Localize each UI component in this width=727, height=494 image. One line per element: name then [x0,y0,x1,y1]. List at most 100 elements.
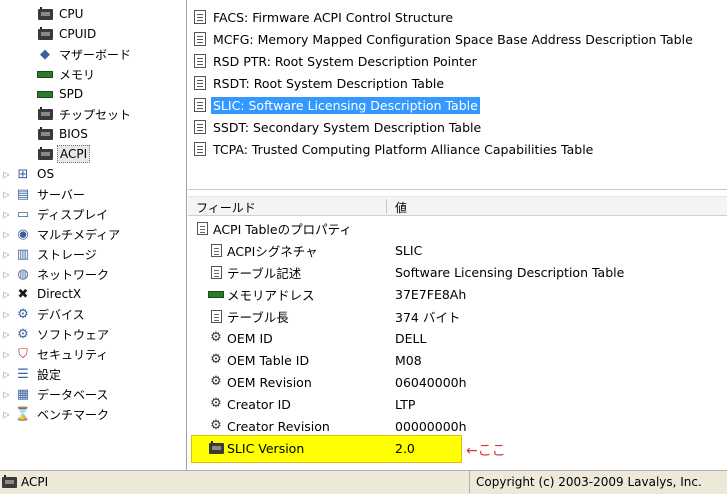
tree-item-label: メモリ [59,67,96,82]
shield-icon: ⛉ [18,346,28,362]
status-bar: ACPI Copyright (c) 2003-2009 Lavalys, In… [0,470,727,494]
tree-item-label: ソフトウェア [37,327,110,342]
acpi-table-label: MCFG: Memory Mapped Configuration Space … [213,31,693,47]
tree-item[interactable]: ▷ ◍ ネットワーク [2,264,111,284]
icon-wrap [194,221,210,235]
expand-arrow-icon[interactable]: ▷ [2,230,11,239]
ram-icon [208,290,224,298]
property-row[interactable]: ⚙ OEM Table ID [208,350,309,370]
motherboard-icon: ◆ [40,46,50,62]
column-header-value[interactable]: 値 [395,199,407,216]
property-row[interactable]: ⚙ OEM Revision [208,372,312,392]
property-row[interactable]: ⚙ Creator ID [208,394,291,414]
icon-wrap: ⚙ [208,331,224,345]
acpi-table-item[interactable]: SSDT: Secondary System Description Table [194,117,483,137]
property-row[interactable]: ⚙ OEM ID [208,328,273,348]
property-name: Creator ID [227,396,291,412]
property-name: メモリアドレス [227,287,315,303]
chip-icon [2,474,17,488]
property-value: Software Licensing Description Table [395,264,625,280]
document-icon [194,98,206,112]
acpi-table-label: TCPA: Trusted Computing Platform Allianc… [213,141,594,157]
tree-item[interactable]: SPD [24,84,85,104]
property-row[interactable]: ACPIシグネチャ [208,240,318,260]
acpi-table-item[interactable]: RSD PTR: Root System Description Pointer [194,51,479,71]
tree-item[interactable]: ▷ ✖ DirectX [2,284,83,304]
tree-item[interactable]: ▷ ▥ ストレージ [2,244,99,264]
expand-arrow-icon[interactable]: ▷ [2,390,11,399]
icon-wrap [208,287,224,301]
column-separator[interactable] [386,199,387,214]
tree-item[interactable]: ▷ ☰ 設定 [2,364,63,384]
expand-arrow-icon[interactable]: ▷ [2,410,11,419]
expand-arrow-icon[interactable]: ▷ [2,210,11,219]
expand-arrow-icon[interactable]: ▷ [2,290,11,299]
tree-icon-wrap: ⌛ [14,406,32,422]
property-group-header[interactable]: ACPI Tableのプロパティ [194,218,352,238]
property-row[interactable]: テーブル記述 [208,262,301,282]
expand-arrow-icon[interactable]: ▷ [2,250,11,259]
acpi-table-item[interactable]: RSDT: Root System Description Table [194,73,446,93]
ram-icon [37,90,53,98]
tree-icon-wrap: ◆ [36,46,54,62]
tree-item[interactable]: ▷ ▦ データベース [2,384,110,404]
directx-icon: ✖ [17,286,29,302]
tree-item[interactable]: チップセット [24,104,133,124]
icon-wrap [208,440,224,455]
expand-arrow-icon[interactable]: ▷ [2,170,11,179]
acpi-table-list[interactable]: FACS: Firmware ACPI Control Structure MCF… [188,0,727,190]
tree-item[interactable]: ◆ マザーボード [24,44,133,64]
tree-icon-wrap: ⛉ [14,346,32,362]
tree-item[interactable]: ▷ ⌛ ベンチマーク [2,404,111,424]
tree-item[interactable]: ▷ ▤ サーバー [2,184,87,204]
property-row[interactable]: ⚙ Creator Revision [208,416,330,436]
expand-arrow-icon[interactable]: ▷ [2,310,11,319]
acpi-table-item[interactable]: FACS: Firmware ACPI Control Structure [194,7,455,27]
property-row[interactable]: テーブル長 [208,306,289,326]
expand-arrow-icon[interactable]: ▷ [2,190,11,199]
expand-arrow-icon[interactable]: ▷ [2,370,11,379]
tree-item[interactable]: ▷ ⊞ OS [2,164,56,184]
acpi-table-item[interactable]: MCFG: Memory Mapped Configuration Space … [194,29,695,49]
acpi-table-label: SSDT: Secondary System Description Table [213,119,482,135]
details-header: フィールド 値 [188,196,727,216]
tree-item[interactable]: ▷ ▭ ディスプレイ [2,204,110,224]
tree-item-label: ベンチマーク [37,407,110,422]
tree-item[interactable]: BIOS [24,124,90,144]
expand-arrow-icon[interactable]: ▷ [2,330,11,339]
property-name: ACPIシグネチャ [227,243,318,259]
tree-item[interactable]: ACPI [24,144,91,164]
column-header-field[interactable]: フィールド [196,199,256,216]
property-group-label: ACPI Tableのプロパティ [213,221,352,237]
tree-item[interactable]: ▷ ⚙ デバイス [2,304,87,324]
acpi-table-item[interactable]: TCPA: Trusted Computing Platform Allianc… [194,139,595,159]
property-name: OEM Revision [227,374,312,390]
device-tree[interactable]: CPU CPUID ◆ マザーボード メモリ SPD チップセット BIOS ACPI ▷ ⊞ OS ▷… [0,0,187,470]
property-value: 374 バイト [395,309,461,325]
device-icon: ⚙ [17,306,29,322]
tree-item[interactable]: CPUID [24,24,98,44]
tree-icon-wrap: ⚙ [14,306,32,322]
gear-icon: ⚙ [210,418,222,433]
tree-icon-wrap: ☰ [14,366,32,382]
tree-item-label: ディスプレイ [37,207,109,222]
database-icon: ▦ [16,386,30,402]
tree-item[interactable]: CPU [24,4,85,24]
acpi-table-item[interactable]: SLIC: Software Licensing Description Tab… [194,95,480,115]
tree-item-label: セキュリティ [37,347,109,362]
expand-arrow-icon[interactable]: ▷ [2,350,11,359]
property-name: OEM ID [227,330,273,346]
property-value: SLIC [395,242,423,258]
tree-item[interactable]: ▷ ⚙ ソフトウェア [2,324,111,344]
tree-item[interactable]: ▷ ◉ マルチメディア [2,224,122,244]
property-value: M08 [395,352,422,368]
status-left: ACPI [0,471,470,493]
property-row[interactable]: SLIC Version [208,438,304,458]
tree-icon-wrap [36,86,54,102]
tree-icon-wrap: ◉ [14,226,32,242]
tree-item[interactable]: ▷ ⛉ セキュリティ [2,344,110,364]
expand-arrow-icon[interactable]: ▷ [2,270,11,279]
property-row[interactable]: メモリアドレス [208,284,315,304]
tree-item[interactable]: メモリ [24,64,97,84]
tree-icon-wrap [36,26,54,42]
